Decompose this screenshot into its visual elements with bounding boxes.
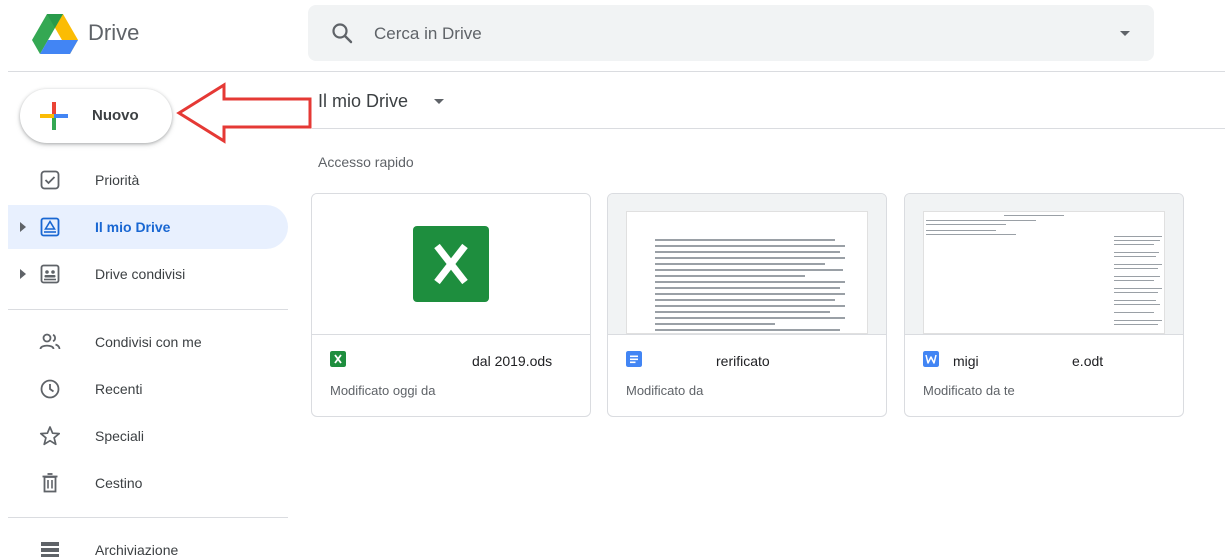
card-divider (905, 334, 1183, 335)
sidebar-divider (8, 517, 288, 518)
sidebar-item-label: Drive condivisi (95, 266, 186, 282)
breadcrumb-chevron-down-icon[interactable] (434, 99, 444, 104)
document-preview (923, 211, 1165, 334)
file-modified: Modificato da (626, 383, 704, 398)
app-brand[interactable]: Drive (88, 20, 139, 46)
sidebar-item-label: Recenti (95, 381, 143, 397)
file-thumbnail[interactable] (312, 194, 590, 334)
expand-arrow-icon[interactable] (20, 269, 26, 279)
document-file-icon (626, 351, 642, 367)
sidebar-item-label: Cestino (95, 475, 143, 491)
priority-icon (40, 170, 60, 190)
file-thumbnail[interactable] (608, 194, 886, 334)
my-drive-icon (40, 217, 60, 237)
search-icon[interactable] (330, 21, 354, 45)
breadcrumb[interactable]: Il mio Drive (318, 91, 408, 112)
quick-access-title: Accesso rapido (318, 154, 414, 170)
sidebar-item-shared-with-me[interactable]: Condivisi con me (8, 320, 288, 364)
star-icon (39, 426, 61, 446)
search-options-chevron-icon[interactable] (1120, 31, 1130, 36)
sidebar-item-my-drive[interactable]: Il mio Drive (8, 205, 288, 249)
card-divider (312, 334, 590, 335)
storage-icon (41, 542, 59, 557)
plus-icon (40, 102, 68, 130)
spreadsheet-file-icon (330, 351, 346, 367)
sidebar-item-priority[interactable]: Priorità (8, 158, 288, 202)
header-divider (8, 71, 1225, 72)
sidebar-item-trash[interactable]: Cestino (8, 461, 288, 505)
annotation-arrow-icon (176, 82, 312, 144)
toolbar-divider (312, 128, 1225, 129)
search-input[interactable]: Cerca in Drive (374, 24, 482, 44)
sidebar-item-starred[interactable]: Speciali (8, 414, 288, 458)
new-button-label: Nuovo (92, 107, 139, 124)
quick-access-card[interactable]: dal 2019.ods Modificato oggi da (311, 193, 591, 417)
file-name: migi e.odt (953, 353, 1104, 369)
drive-logo-icon[interactable] (32, 14, 78, 54)
shared-drives-icon (40, 264, 60, 284)
sidebar-divider (8, 309, 288, 310)
file-modified: Modificato oggi da (330, 383, 436, 398)
file-modified: Modificato da te (923, 383, 1015, 398)
document-preview (626, 211, 868, 334)
sidebar-item-label: Archiviazione (95, 542, 179, 557)
sidebar-item-label: Speciali (95, 428, 145, 444)
file-name: dal 2019.ods (472, 353, 553, 369)
sidebar-item-label: Priorità (95, 172, 140, 188)
sidebar-item-label: Il mio Drive (95, 219, 171, 235)
sidebar-item-recent[interactable]: Recenti (8, 367, 288, 411)
spreadsheet-logo-icon (413, 226, 489, 302)
sidebar-item-storage[interactable]: Archiviazione (8, 528, 288, 557)
file-name: rerificato (716, 353, 770, 369)
trash-icon (42, 473, 58, 493)
quick-access-card[interactable]: migi e.odt Modificato da te (904, 193, 1184, 417)
clock-icon (40, 379, 60, 399)
shared-with-me-icon (39, 333, 61, 350)
expand-arrow-icon[interactable] (20, 222, 26, 232)
search-bar[interactable]: Cerca in Drive (308, 5, 1154, 61)
sidebar-item-label: Condivisi con me (95, 334, 202, 350)
word-file-icon (923, 351, 939, 367)
file-thumbnail[interactable] (905, 194, 1183, 334)
sidebar-item-shared-drives[interactable]: Drive condivisi (8, 252, 288, 296)
new-button[interactable]: Nuovo (20, 89, 172, 143)
quick-access-card[interactable]: rerificato Modificato da (607, 193, 887, 417)
card-divider (608, 334, 886, 335)
